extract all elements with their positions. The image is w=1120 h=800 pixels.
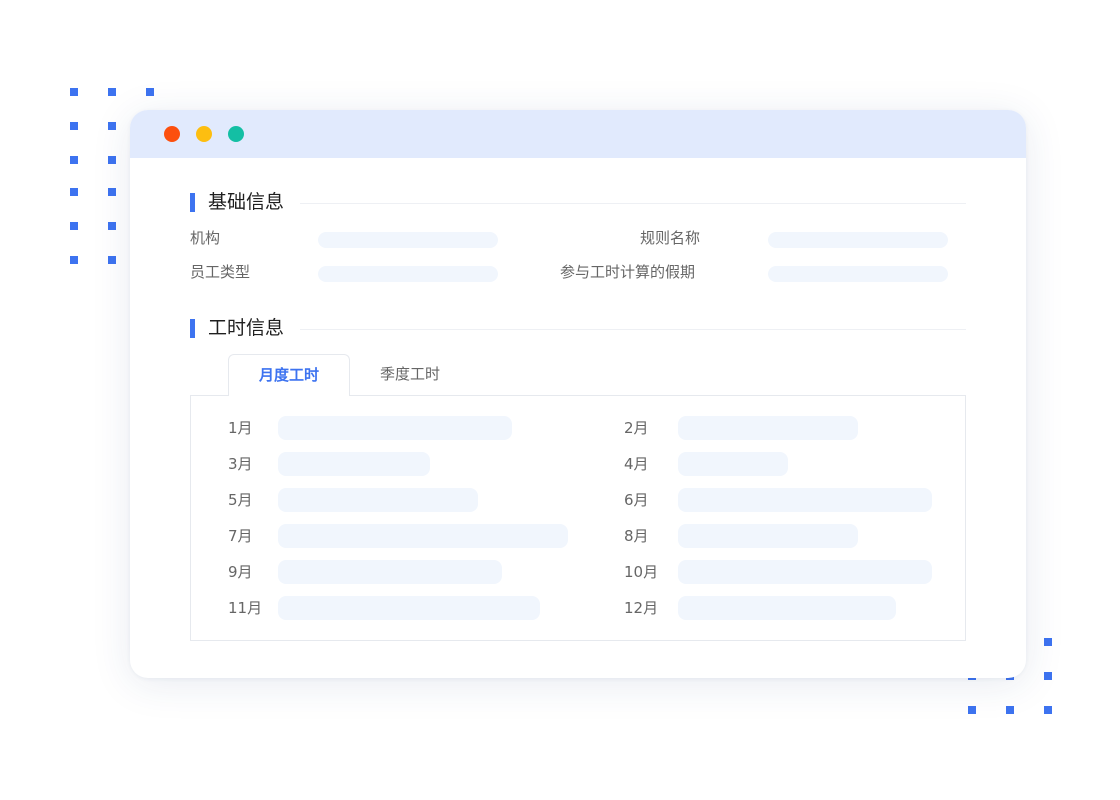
month-value-10[interactable] [678, 560, 932, 584]
section-divider [300, 203, 966, 204]
month-value-12[interactable] [678, 596, 896, 620]
month-value-8[interactable] [678, 524, 858, 548]
holidays-field[interactable] [768, 266, 948, 282]
month-value-4[interactable] [678, 452, 788, 476]
decorative-dot [108, 122, 116, 130]
month-label-6: 6月 [624, 491, 649, 509]
decorative-dot [108, 88, 116, 96]
decorative-dot [70, 256, 78, 264]
month-label-5: 5月 [228, 491, 253, 509]
decorative-dot [968, 706, 976, 714]
decorative-dot [146, 88, 154, 96]
month-label-3: 3月 [228, 455, 253, 473]
decorative-dot [1044, 672, 1052, 680]
month-label-7: 7月 [228, 527, 253, 545]
decorative-dot [1044, 706, 1052, 714]
month-label-1: 1月 [228, 419, 253, 437]
month-value-3[interactable] [278, 452, 430, 476]
tab-monthly-hours-label: 月度工时 [258, 366, 319, 384]
decorative-dot [108, 222, 116, 230]
window-titlebar [130, 110, 1026, 158]
month-label-10: 10月 [624, 563, 659, 581]
holidays-label: 参与工时计算的假期 [560, 263, 696, 281]
section-divider [300, 329, 966, 330]
month-value-7[interactable] [278, 524, 568, 548]
month-value-9[interactable] [278, 560, 502, 584]
decorative-dot [108, 188, 116, 196]
month-value-2[interactable] [678, 416, 858, 440]
decorative-dot [1044, 638, 1052, 646]
basic-info-header: 基础信息 [190, 191, 966, 213]
decorative-dot [70, 88, 78, 96]
monthly-hours-panel: 1月 3月 5月 7月 9月 11月 2月 4月 6月 8月 10月 12月 [190, 395, 966, 641]
tab-quarterly-hours[interactable]: 季度工时 [380, 364, 440, 384]
rule-name-field[interactable] [768, 232, 948, 248]
month-label-12: 12月 [624, 599, 659, 617]
rule-name-label: 规则名称 [640, 229, 701, 247]
employee-type-label: 员工类型 [190, 263, 251, 281]
tab-monthly-hours[interactable]: 月度工时 [228, 354, 350, 396]
month-value-1[interactable] [278, 416, 512, 440]
month-value-5[interactable] [278, 488, 478, 512]
decorative-dot [70, 156, 78, 164]
section-accent-bar [190, 319, 195, 338]
month-value-6[interactable] [678, 488, 932, 512]
month-label-8: 8月 [624, 527, 649, 545]
work-hours-header: 工时信息 [190, 317, 966, 339]
basic-info-title: 基础信息 [208, 191, 285, 213]
decorative-dot [1006, 706, 1014, 714]
employee-type-field[interactable] [318, 266, 498, 282]
month-value-11[interactable] [278, 596, 540, 620]
decorative-dot [70, 122, 78, 130]
month-label-4: 4月 [624, 455, 649, 473]
organization-label: 机构 [190, 229, 221, 247]
month-label-11: 11月 [228, 599, 263, 617]
organization-field[interactable] [318, 232, 498, 248]
close-window-button[interactable] [164, 126, 180, 142]
decorative-dot [108, 156, 116, 164]
minimize-window-button[interactable] [196, 126, 212, 142]
decorative-dot [70, 188, 78, 196]
month-label-9: 9月 [228, 563, 253, 581]
month-label-2: 2月 [624, 419, 649, 437]
decorative-dot [70, 222, 78, 230]
decorative-dot [108, 256, 116, 264]
app-window: 基础信息 机构 规则名称 员工类型 参与工时计算的假期 工时信息 月度工时 季度… [130, 110, 1026, 678]
maximize-window-button[interactable] [228, 126, 244, 142]
section-accent-bar [190, 193, 195, 212]
work-hours-title: 工时信息 [208, 317, 285, 339]
